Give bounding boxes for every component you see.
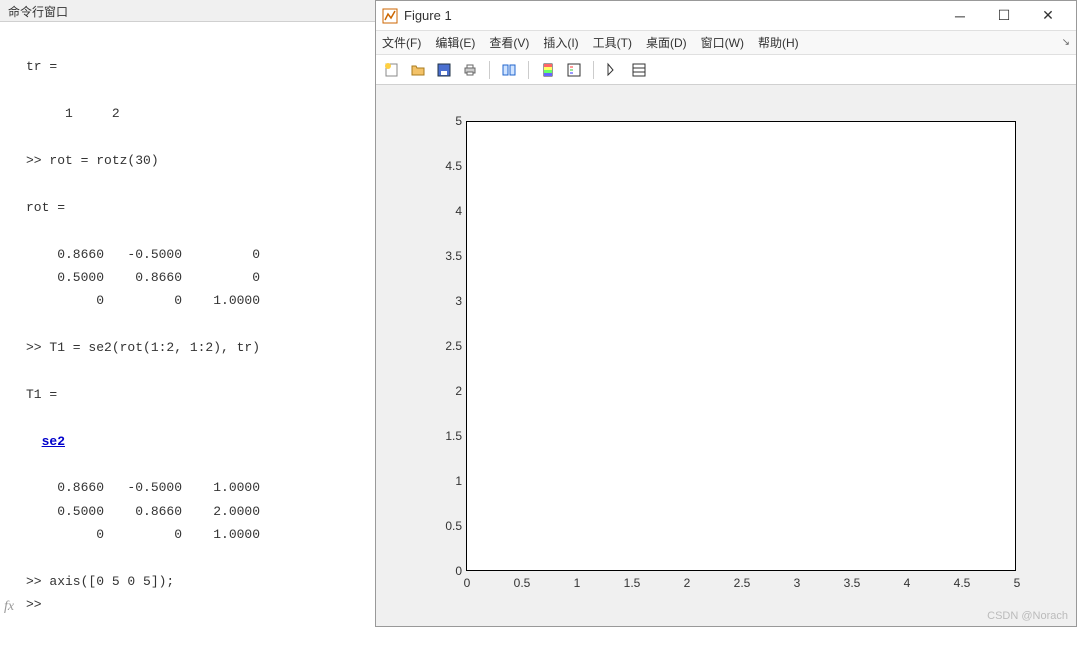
close-button[interactable]: ✕	[1026, 2, 1070, 30]
menu-edit[interactable]: 编辑(E)	[435, 34, 475, 51]
toolbar-divider	[489, 61, 490, 79]
y-tick-label: 3	[426, 294, 462, 308]
cmd-line: >> T1 = se2(rot(1:2, 1:2), tr)	[26, 340, 260, 355]
x-tick-label: 3	[794, 576, 801, 590]
y-tick-label: 2.5	[426, 339, 462, 353]
matlab-figure-icon	[382, 8, 398, 24]
plot-area: 00.511.522.533.544.55 00.511.522.533.544…	[386, 91, 1066, 606]
se2-link[interactable]: se2	[42, 434, 65, 449]
menu-file[interactable]: 文件(F)	[382, 34, 421, 51]
axes[interactable]: 00.511.522.533.544.55	[466, 121, 1016, 571]
x-tick-label: 0.5	[514, 576, 531, 590]
figure-toolbar	[376, 55, 1076, 85]
menu-tools[interactable]: 工具(T)	[593, 34, 632, 51]
cmd-line: 0 0 1.0000	[26, 527, 260, 542]
figure-window: Figure 1 ─ ☐ ✕ 文件(F) 编辑(E) 查看(V) 插入(I) 工…	[375, 0, 1077, 627]
x-tick-label: 4	[904, 576, 911, 590]
cmd-prompt[interactable]: >>	[26, 597, 49, 612]
menu-desktop[interactable]: 桌面(D)	[646, 34, 687, 51]
toolbar-divider	[593, 61, 594, 79]
edit-plot-icon[interactable]	[603, 60, 623, 80]
x-tick-label: 2	[684, 576, 691, 590]
menu-help[interactable]: 帮助(H)	[758, 34, 799, 51]
menu-overflow-icon[interactable]: ↘	[1062, 37, 1070, 48]
command-window-title: 命令行窗口	[0, 0, 375, 22]
minimize-button[interactable]: ─	[938, 2, 982, 30]
cmd-line: 0 0 1.0000	[26, 293, 260, 308]
cmd-line: >> rot = rotz(30)	[26, 153, 159, 168]
y-tick-label: 5	[426, 114, 462, 128]
cmd-line: 0.8660 -0.5000 0	[26, 247, 260, 262]
y-tick-label: 2	[426, 384, 462, 398]
y-tick-label: 4	[426, 204, 462, 218]
x-tick-label: 2.5	[734, 576, 751, 590]
print-icon[interactable]	[460, 60, 480, 80]
x-tick-label: 0	[464, 576, 471, 590]
x-tick-label: 3.5	[844, 576, 861, 590]
cmd-line: rot =	[26, 200, 65, 215]
cmd-line: 0.8660 -0.5000 1.0000	[26, 480, 260, 495]
x-tick-label: 1.5	[624, 576, 641, 590]
cmd-line: 0.5000 0.8660 2.0000	[26, 504, 260, 519]
legend-icon[interactable]	[564, 60, 584, 80]
open-icon[interactable]	[408, 60, 428, 80]
figure-title: Figure 1	[404, 8, 938, 23]
command-window-body[interactable]: tr = 1 2 >> rot = rotz(30) rot = 0.8660 …	[0, 22, 375, 627]
menu-window[interactable]: 窗口(W)	[701, 34, 744, 51]
y-tick-label: 1	[426, 474, 462, 488]
colorbar-icon[interactable]	[538, 60, 558, 80]
toolbar-divider	[528, 61, 529, 79]
y-tick-label: 4.5	[426, 159, 462, 173]
cmd-line: 0.5000 0.8660 0	[26, 270, 260, 285]
cmd-line: 1 2	[26, 106, 120, 121]
x-tick-label: 4.5	[954, 576, 971, 590]
property-inspector-icon[interactable]	[629, 60, 649, 80]
cmd-line: T1 =	[26, 387, 65, 402]
y-tick-label: 0.5	[426, 519, 462, 533]
command-window-panel: 命令行窗口 tr = 1 2 >> rot = rotz(30) rot = 0…	[0, 0, 375, 627]
figure-titlebar: Figure 1 ─ ☐ ✕	[376, 1, 1076, 31]
y-tick-label: 3.5	[426, 249, 462, 263]
save-icon[interactable]	[434, 60, 454, 80]
maximize-button[interactable]: ☐	[982, 2, 1026, 30]
y-tick-label: 1.5	[426, 429, 462, 443]
cmd-line: >> axis([0 5 0 5]);	[26, 574, 174, 589]
fx-icon[interactable]: fx	[4, 594, 14, 619]
y-tick-label: 0	[426, 564, 462, 578]
menu-view[interactable]: 查看(V)	[489, 34, 529, 51]
menu-insert[interactable]: 插入(I)	[543, 34, 578, 51]
new-figure-icon[interactable]	[382, 60, 402, 80]
link-icon[interactable]	[499, 60, 519, 80]
figure-menubar: 文件(F) 编辑(E) 查看(V) 插入(I) 工具(T) 桌面(D) 窗口(W…	[376, 31, 1076, 55]
x-tick-label: 5	[1014, 576, 1021, 590]
watermark: CSDN @Norach	[987, 610, 1068, 622]
x-tick-label: 1	[574, 576, 581, 590]
cmd-line: tr =	[26, 59, 57, 74]
